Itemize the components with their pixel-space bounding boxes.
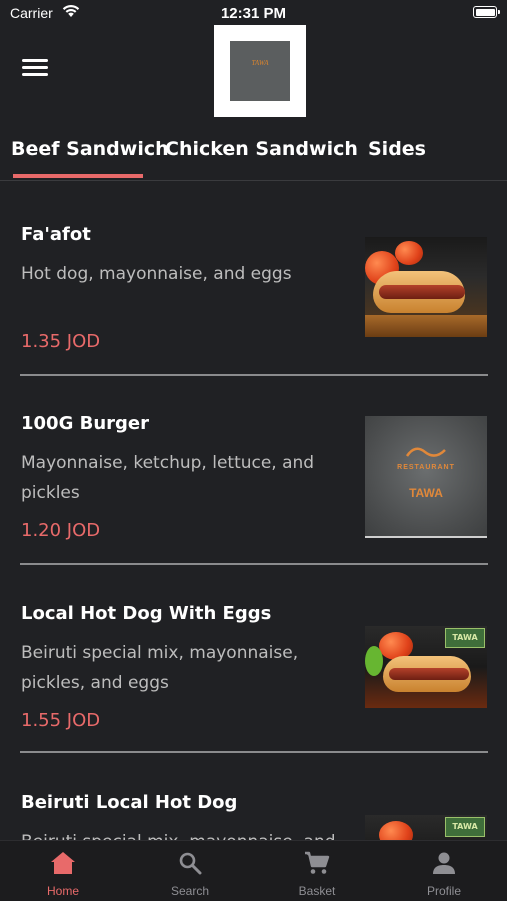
item-price: 1.55 JOD (21, 710, 101, 731)
item-price: 1.20 JOD (21, 520, 101, 541)
divider (20, 751, 488, 753)
active-tab-indicator (13, 174, 143, 178)
item-description: Mayonnaise, ketchup, lettuce, and pickle… (21, 453, 315, 503)
item-image: TAWA (365, 626, 487, 708)
status-bar: Carrier 12:31 PM (0, 0, 507, 28)
nav-label: Home (46, 884, 79, 898)
nav-basket[interactable]: Basket (254, 841, 380, 901)
hamburger-menu-icon[interactable] (22, 59, 48, 81)
item-name: Local Hot Dog With Eggs (21, 603, 272, 624)
image-brand-text: TAWA (409, 486, 443, 500)
battery-icon (473, 6, 500, 18)
nav-label: Search (170, 884, 210, 898)
item-name: Beiruti Local Hot Dog (21, 792, 238, 813)
image-badge: TAWA (445, 817, 485, 837)
clock: 12:31 PM (220, 5, 287, 22)
item-image: RESTAURANT TAWA (365, 416, 487, 538)
nav-profile[interactable]: Profile (381, 841, 507, 901)
nav-home[interactable]: Home (0, 841, 126, 901)
image-badge: TAWA (445, 628, 485, 648)
tab-sides[interactable]: Sides (368, 138, 426, 160)
menu-item-beiruti-local-hot-dog[interactable]: Beiruti Local Hot Dog Beiruti special mi… (0, 790, 507, 840)
item-description: Beiruti special mix, mayonnaise, pickles… (21, 643, 299, 693)
item-image (365, 237, 487, 337)
restaurant-logo: TAWA (214, 25, 306, 117)
profile-icon (433, 852, 455, 874)
item-name: 100G Burger (21, 413, 149, 434)
tab-chicken-sandwich[interactable]: Chicken Sandwich (165, 138, 358, 160)
divider (20, 374, 488, 376)
item-name: Fa'afot (21, 224, 91, 245)
item-description: Beiruti special mix, mayonnaise, and (21, 827, 341, 840)
divider (20, 563, 488, 565)
nav-label: Basket (298, 884, 336, 898)
logo-text: TAWA (251, 59, 269, 67)
cart-icon (305, 851, 330, 874)
logo-wave-icon (405, 447, 446, 457)
nav-search[interactable]: Search (127, 841, 253, 901)
home-icon (51, 852, 75, 874)
image-restaurant-text: RESTAURANT (397, 464, 455, 471)
bottom-navigation: Home Search Basket Profile (0, 840, 507, 901)
item-price: 1.35 JOD (21, 331, 101, 352)
nav-label: Profile (426, 884, 461, 898)
item-image: TAWA (365, 815, 487, 840)
tab-beef-sandwich[interactable]: Beef Sandwich (11, 138, 169, 160)
search-icon (179, 852, 202, 875)
item-description: Hot dog, mayonnaise, and eggs (21, 264, 292, 284)
